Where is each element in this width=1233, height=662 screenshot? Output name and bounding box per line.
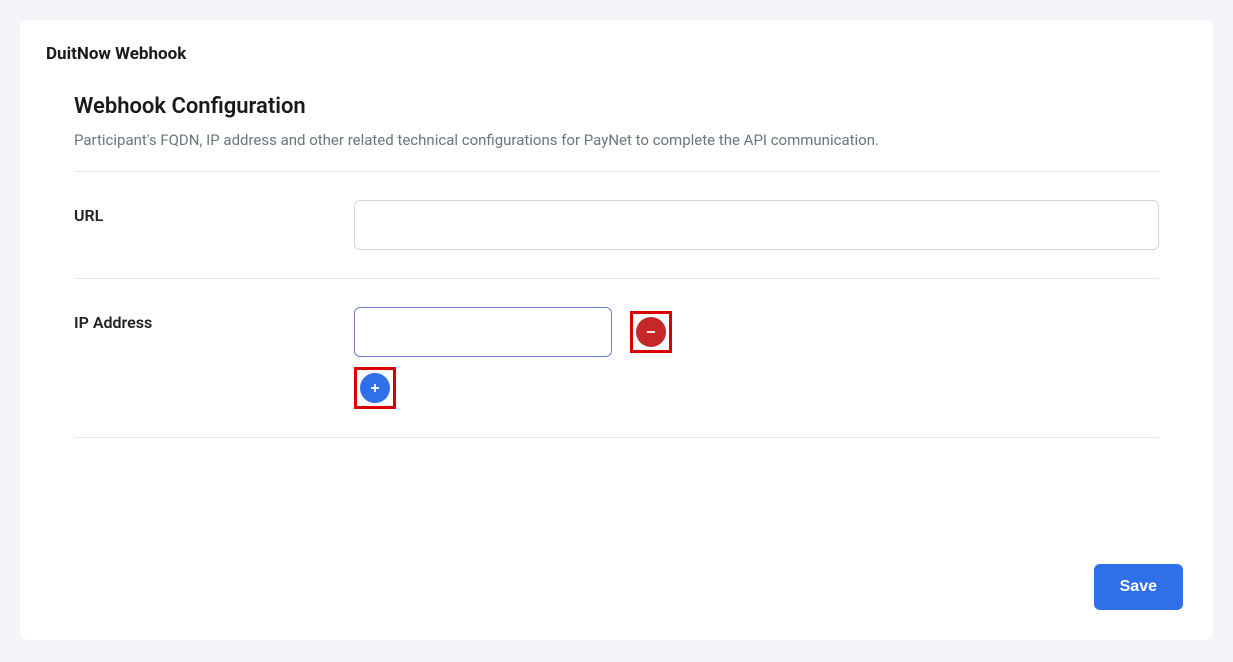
ip-input-row <box>354 307 1159 357</box>
card-title: DuitNow Webhook <box>46 44 1187 64</box>
remove-highlight-box <box>630 311 672 353</box>
remove-ip-button[interactable] <box>636 317 666 347</box>
url-field-wrapper <box>354 200 1159 250</box>
save-button[interactable]: Save <box>1094 564 1183 610</box>
card-content: Webhook Configuration Participant's FQDN… <box>46 94 1187 438</box>
add-highlight-box <box>354 367 396 409</box>
ip-field-wrapper <box>354 307 1159 409</box>
minus-icon <box>644 325 658 339</box>
form-row-ip: IP Address <box>74 279 1159 437</box>
url-input[interactable] <box>354 200 1159 250</box>
section-description: Participant's FQDN, IP address and other… <box>74 131 1159 149</box>
form-row-url: URL <box>74 172 1159 278</box>
ip-input[interactable] <box>354 307 612 357</box>
plus-icon <box>368 381 382 395</box>
add-ip-row <box>354 367 1159 409</box>
webhook-card: DuitNow Webhook Webhook Configuration Pa… <box>20 20 1213 640</box>
ip-label: IP Address <box>74 307 354 332</box>
add-ip-button[interactable] <box>360 373 390 403</box>
section-heading: Webhook Configuration <box>74 94 1159 119</box>
divider <box>74 437 1159 438</box>
url-label: URL <box>74 200 354 225</box>
